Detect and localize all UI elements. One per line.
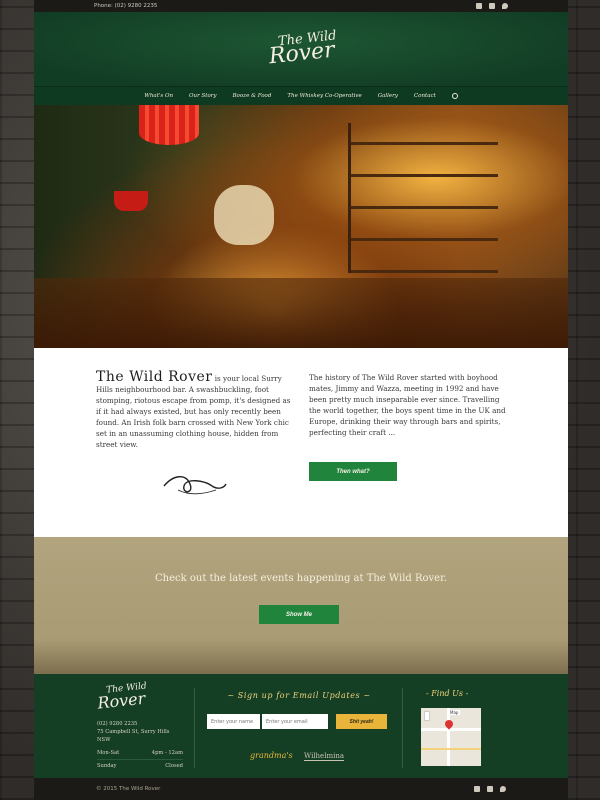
map-road (421, 728, 481, 731)
site-header: The Wild Rover (34, 12, 568, 86)
bottom-bar: © 2015 The Wild Rover (34, 778, 568, 800)
name-input[interactable] (207, 714, 260, 729)
footer-social-links (474, 786, 506, 792)
search-icon[interactable] (451, 93, 458, 99)
email-input[interactable] (262, 714, 328, 729)
elephant-decoration (214, 185, 274, 245)
map-road (447, 708, 450, 766)
flourish-ornament (163, 476, 227, 495)
then-what-button[interactable]: Then what? (309, 462, 397, 481)
hours-day: Mon-Sat (97, 750, 120, 756)
hours-time: 4pm - 12am (151, 750, 183, 756)
story-text: The history of The Wild Rover started wi… (309, 373, 506, 437)
map-zoom-control[interactable] (424, 711, 430, 721)
footer-contact: (02) 9280 2235 75 Campbell St, Surry Hil… (97, 720, 183, 744)
hours-row: Mon-Sat 4pm - 12am (97, 747, 183, 760)
hero-image (34, 105, 568, 348)
intro-section: The Wild Rover is your local Surry Hills… (34, 348, 568, 537)
instagram-icon[interactable] (489, 3, 495, 9)
footer-address: 75 Campbell St, Surry Hills NSW (97, 729, 170, 743)
nav-item-our-story[interactable]: Our Story (189, 93, 216, 99)
copyright-text: © 2015 The Wild Rover (96, 786, 161, 792)
twitter-icon[interactable] (500, 786, 506, 792)
hours-day: Sunday (97, 763, 117, 769)
facebook-icon[interactable] (474, 786, 480, 792)
intro-body: is your local Surry Hills neighbourhood … (96, 374, 291, 449)
location-map[interactable]: Map (421, 708, 481, 766)
signup-title: ~ Sign up for Email Updates ~ (227, 691, 371, 700)
divider (194, 688, 195, 768)
footer-logo-line2: Rover (96, 688, 147, 713)
main-nav: What's On Our Story Booze & Food The Whi… (34, 86, 568, 105)
logo-line2: Rover (267, 37, 336, 70)
map-type-label[interactable]: Map (448, 710, 461, 715)
bar-shelves (348, 123, 498, 273)
twitter-icon[interactable] (502, 3, 508, 9)
events-section: Check out the latest events happening at… (34, 537, 568, 674)
footer-logo[interactable]: The Wild Rover (96, 681, 149, 713)
divider (402, 688, 403, 768)
nav-item-whiskey-coop[interactable]: The Whiskey Co-Operative (287, 93, 361, 99)
site-logo[interactable]: The Wild Rover (263, 28, 338, 70)
nav-item-gallery[interactable]: Gallery (378, 93, 398, 99)
partner-grandmas-logo[interactable]: grandma's (250, 751, 293, 760)
nav-item-whats-on[interactable]: What's On (144, 93, 173, 99)
social-links (476, 3, 508, 9)
bar-counter (34, 278, 568, 348)
partner-wilhelmina-logo[interactable]: Wilhelmina (304, 752, 344, 761)
instagram-icon[interactable] (487, 786, 493, 792)
lamp-shade-small (114, 191, 148, 211)
intro-text: The Wild Rover is your local Surry Hills… (96, 369, 294, 450)
lamp-shade (139, 105, 199, 145)
phone-text: Phone: (02) 9280 2235 (94, 3, 158, 9)
hours-row: Sunday Closed (97, 760, 183, 772)
top-bar: Phone: (02) 9280 2235 (34, 0, 568, 12)
nav-item-booze-food[interactable]: Booze & Food (233, 93, 272, 99)
nav-item-contact[interactable]: Contact (414, 93, 436, 99)
site-footer: The Wild Rover (02) 9280 2235 75 Campbel… (34, 674, 568, 778)
show-me-button[interactable]: Show Me (259, 605, 339, 624)
opening-hours: Mon-Sat 4pm - 12am Sunday Closed (97, 747, 183, 772)
intro-lead: The Wild Rover (96, 369, 213, 385)
footer-phone[interactable]: (02) 9280 2235 (97, 720, 183, 728)
hours-time: Closed (165, 763, 183, 769)
events-text: Check out the latest events happening at… (155, 573, 447, 584)
signup-button[interactable]: Shit yeah! (336, 714, 387, 729)
find-us-title: - Find Us - (426, 689, 469, 698)
map-road (421, 748, 481, 750)
facebook-icon[interactable] (476, 3, 482, 9)
